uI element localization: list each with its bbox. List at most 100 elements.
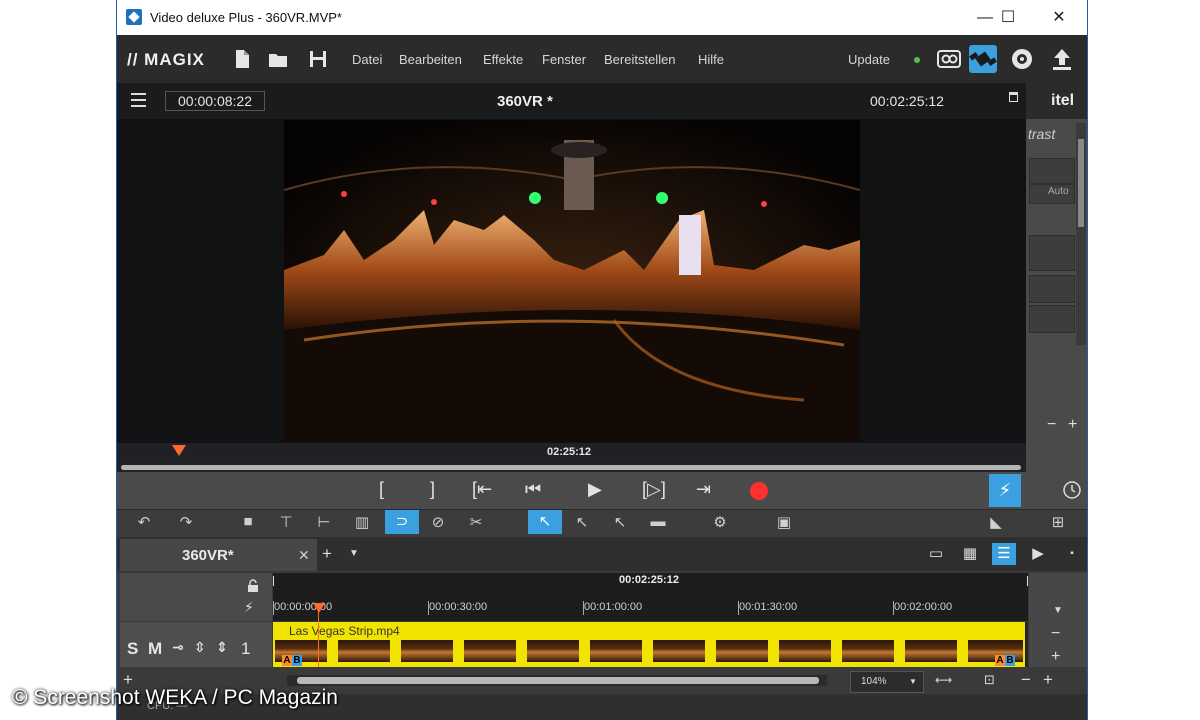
menu-hilfe[interactable]: Hilfe (698, 52, 724, 67)
redo-icon[interactable]: ↷ (177, 513, 195, 531)
timeline-view-icon[interactable]: ☰ (992, 543, 1016, 565)
clip-thumbnails (273, 640, 1025, 664)
timeline-ruler[interactable]: 00:02:25:12 00:00:00:00 00:00:30:00 00:0… (273, 573, 1055, 621)
tab-label: 360VR* (182, 547, 234, 564)
tab-dropdown-button[interactable]: ▼ (349, 548, 359, 559)
video-clip[interactable]: Las Vegas Strip.mp4 A B A B (273, 622, 1025, 667)
menu-bereitstellen[interactable]: Bereitstellen (604, 52, 676, 67)
timeline-playhead-marker[interactable] (313, 603, 325, 613)
zoom-range-icon[interactable]: ⊡ (984, 672, 995, 688)
vegas-360-image (284, 120, 860, 442)
stretch-icon[interactable]: ▬ (649, 513, 667, 531)
play-button[interactable]: ▶ (588, 479, 602, 501)
record-icon[interactable] (749, 481, 769, 501)
solo-button[interactable]: S (127, 639, 138, 659)
flash-small-icon[interactable]: ⚡ (244, 599, 254, 616)
zoom-in-button[interactable]: + (1043, 670, 1053, 690)
previous-marker-button[interactable]: ⏮ (525, 479, 541, 501)
effect-tool-icon[interactable]: ⚙ (711, 513, 729, 531)
menu-bearbeiten[interactable]: Bearbeiten (399, 52, 462, 67)
zoom-out-button[interactable]: − (1021, 670, 1031, 690)
flash-effects-icon[interactable]: ⚡ (989, 474, 1021, 507)
panel-field[interactable] (1029, 235, 1075, 271)
maximize-button[interactable]: ☐ (985, 0, 1031, 35)
delete-icon[interactable]: ■ (239, 513, 257, 531)
jump-to-end-button[interactable]: ⇥ (696, 479, 711, 501)
scene-icon[interactable]: ▥ (353, 513, 371, 531)
split-icon[interactable]: ⊢ (315, 513, 333, 531)
track-lock-icon[interactable]: ⊸ (172, 639, 184, 656)
timeline-scrollbar-thumb[interactable] (297, 677, 819, 684)
fade-out-a-icon[interactable]: A (995, 655, 1005, 666)
scrub-playhead[interactable] (172, 445, 186, 456)
video-preview[interactable] (284, 120, 860, 442)
set-in-point-button[interactable]: [ (379, 479, 384, 501)
track-minus-button[interactable]: − (1051, 625, 1060, 643)
position-timecode[interactable]: 00:00:08:22 (165, 91, 265, 111)
panel-field[interactable] (1029, 158, 1075, 184)
track-plus-button[interactable]: + (1051, 648, 1060, 666)
new-file-icon[interactable] (231, 48, 253, 70)
online-status-icon (914, 57, 920, 63)
menu-fenster[interactable]: Fenster (542, 52, 586, 67)
monitor-scrollbar[interactable] (117, 463, 1026, 472)
zoom-select[interactable]: 104% ▼ (850, 671, 924, 693)
upload-icon[interactable] (1048, 45, 1076, 73)
lock-icon[interactable] (246, 579, 260, 593)
multicam-view-icon[interactable]: ▶ (1026, 543, 1050, 565)
track-area[interactable]: Las Vegas Strip.mp4 A B A B (273, 622, 1028, 667)
pointer-multi-icon[interactable]: ↖ (611, 513, 629, 531)
group-icon[interactable]: ⊘ (429, 513, 447, 531)
mixer-icon[interactable]: ⊞ (1049, 513, 1067, 531)
render-icon[interactable]: ▣ (775, 513, 793, 531)
scroll-down-icon[interactable]: ▼ (1053, 605, 1063, 616)
screenshot-credit: © Screenshot WEKA / PC Magazin (12, 686, 338, 709)
scrub-bar[interactable]: 02:25:12 (117, 443, 1026, 463)
panel-scrollbar[interactable] (1076, 123, 1086, 345)
pointer-tool-icon[interactable]: ↖ (528, 510, 562, 534)
disc-icon[interactable] (1008, 45, 1036, 73)
close-button[interactable]: ✕ (1036, 0, 1082, 35)
mute-button[interactable]: M (148, 639, 162, 659)
jump-to-in-button[interactable]: [⇤ (472, 479, 492, 501)
panel-scrollbar-thumb[interactable] (1078, 139, 1084, 227)
track-height-icon[interactable]: ⇳ (194, 639, 206, 656)
pointer-single-icon[interactable]: ↖ (573, 513, 591, 531)
cut-marker-icon[interactable]: ⊤ (277, 513, 295, 531)
set-out-point-button[interactable]: ] (430, 479, 435, 501)
comment-icon[interactable]: ◣ (987, 513, 1005, 531)
zoom-fit-icon[interactable]: ⟷ (935, 673, 952, 687)
timeline-playhead-line (318, 605, 319, 667)
update-button[interactable]: Update (848, 52, 890, 67)
link-mode-icon[interactable]: ⊃ (385, 510, 419, 534)
fade-in-a-icon[interactable]: A (282, 655, 292, 666)
menu-datei[interactable]: Datei (352, 52, 382, 67)
tabs-maximize-icon[interactable]: ▪ (1060, 543, 1084, 565)
ungroup-icon[interactable]: ✂ (467, 513, 485, 531)
fade-in-b-icon[interactable]: B (292, 655, 302, 666)
panel-field[interactable] (1029, 275, 1075, 303)
track-collapse-icon[interactable]: ⇕ (216, 639, 228, 656)
play-range-button[interactable]: [▷] (642, 479, 666, 501)
app-icon (126, 9, 142, 25)
satellite-icon[interactable] (969, 45, 997, 73)
cc-icon[interactable] (935, 45, 963, 73)
tab-close-icon[interactable]: ✕ (298, 547, 310, 564)
timeline-scrollbar[interactable] (287, 675, 827, 686)
panel-plus-button[interactable]: + (1068, 416, 1077, 434)
monitor-scrollbar-thumb[interactable] (121, 465, 1021, 470)
add-tab-button[interactable]: + (322, 544, 332, 564)
tab-360vr[interactable]: 360VR* ✕ (120, 539, 317, 571)
clock-icon[interactable] (1062, 480, 1082, 500)
monitor-maximize-icon[interactable] (1009, 92, 1018, 102)
menu-hamburger-icon[interactable] (131, 93, 146, 107)
save-icon[interactable] (307, 48, 329, 70)
undo-icon[interactable]: ↶ (135, 513, 153, 531)
scene-view-icon[interactable]: ▦ (958, 543, 982, 565)
menu-effekte[interactable]: Effekte (483, 52, 523, 67)
open-folder-icon[interactable] (267, 48, 289, 70)
panel-field[interactable] (1029, 305, 1075, 333)
fade-out-b-icon[interactable]: B (1005, 655, 1015, 666)
panel-minus-button[interactable]: − (1047, 416, 1056, 434)
storyboard-view-icon[interactable]: ▭ (924, 543, 948, 565)
